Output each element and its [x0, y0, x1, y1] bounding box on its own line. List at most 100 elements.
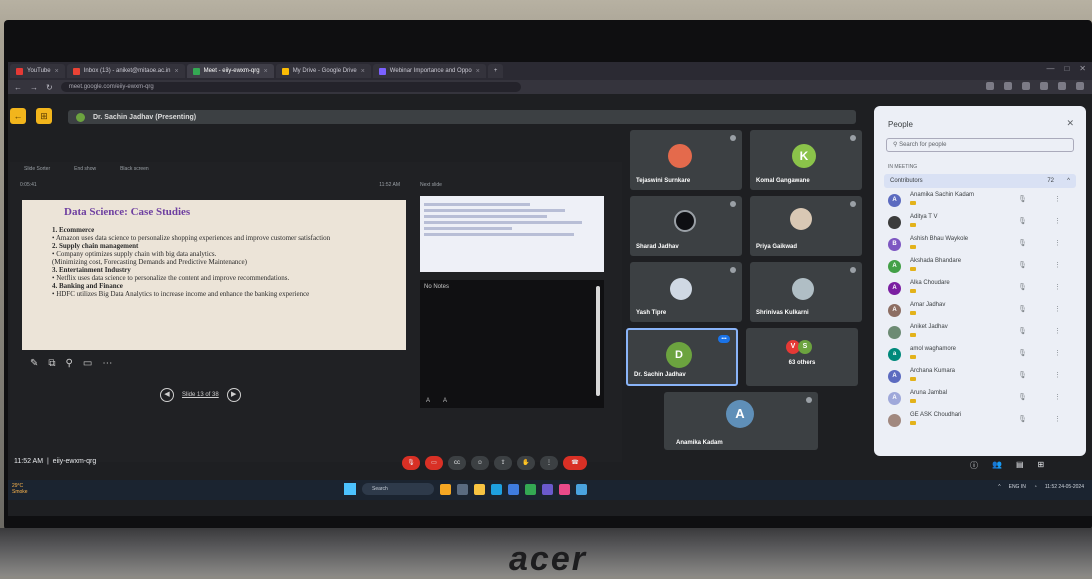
file-explorer-icon[interactable] — [474, 483, 485, 495]
more-options-icon[interactable]: ⋮ — [1054, 261, 1061, 269]
participant-tile[interactable]: Yash Tipre — [630, 262, 742, 322]
taskbar-clock[interactable]: 11:52 24-05-2024 — [1045, 484, 1084, 490]
mic-off-icon[interactable]: 🎙 — [1018, 261, 1027, 269]
download-icon[interactable] — [1058, 82, 1066, 90]
widgets-icon[interactable] — [440, 483, 451, 495]
windows-start-icon[interactable] — [344, 483, 356, 495]
others-tile[interactable]: V S 63 others — [746, 328, 858, 386]
person-row[interactable]: Aditya T V 🎙 ⋮ — [888, 214, 1076, 234]
participant-tile[interactable]: A Anamika Kadam — [664, 392, 818, 450]
more-options-icon[interactable]: ⋮ — [1054, 217, 1061, 225]
person-row[interactable]: a amol waghamore 🎙 ⋮ — [888, 346, 1076, 366]
tray-chevron-icon[interactable]: ^ — [998, 484, 1000, 490]
raise-hand-button[interactable]: ✋ — [517, 456, 535, 470]
info-icon[interactable]: ⓘ — [970, 460, 978, 471]
next-slide-preview[interactable] — [420, 196, 604, 272]
more-options-button[interactable]: ⋮ — [540, 456, 558, 470]
notes-scrollbar[interactable] — [596, 286, 600, 396]
url-field[interactable]: meet.google.com/eiiy-ewxm-qrg — [60, 82, 521, 92]
wifi-icon[interactable]: ◔ — [1034, 484, 1037, 490]
browser-tab-meet[interactable]: Meet - eiiy-ewxm-qrg × — [186, 64, 274, 78]
person-row[interactable]: GE ASK Choudhari 🎙 ⋮ — [888, 412, 1076, 432]
more-options-icon[interactable]: ⋯ — [102, 358, 112, 369]
task-view-icon[interactable] — [457, 483, 468, 495]
close-icon[interactable]: × — [361, 68, 365, 75]
participant-tile[interactable]: Shrinivas Kulkarni — [750, 262, 862, 322]
taskbar-search[interactable]: Search — [362, 483, 434, 495]
new-tab-button[interactable]: + — [487, 64, 504, 78]
mic-off-icon[interactable]: 🎙 — [1018, 371, 1027, 379]
browser-tab-inbox[interactable]: Inbox (13) - aniket@mitaoe.ac.in × — [66, 64, 185, 78]
language-indicator[interactable]: ENG IN — [1009, 484, 1026, 490]
photos-icon[interactable] — [542, 483, 553, 495]
back-arrow-button[interactable]: ← — [10, 108, 26, 124]
previous-slide-button[interactable]: ◀ — [160, 388, 174, 402]
participant-tile[interactable]: Tejaswini Surnkare — [630, 130, 742, 190]
mic-off-icon[interactable]: 🎙 — [1018, 217, 1027, 225]
camera-icon[interactable] — [986, 82, 994, 90]
profile-icon[interactable] — [1076, 82, 1084, 90]
weather-widget[interactable]: 29°C Smoke — [12, 483, 34, 497]
person-row[interactable]: A Amar Jadhav 🎙 ⋮ — [888, 302, 1076, 322]
slide-sorter-tab[interactable]: Slide Sorter — [24, 166, 50, 172]
browser-tab-webinar[interactable]: Webinar Importance and Oppo × — [372, 64, 486, 78]
slide-counter[interactable]: Slide 13 of 38 — [182, 392, 219, 398]
person-row[interactable]: A Akshada Bhandare 🎙 ⋮ — [888, 258, 1076, 278]
forward-icon[interactable]: → — [30, 83, 38, 92]
participant-tile-active-speaker[interactable]: D ••• Dr. Sachin Jadhav — [626, 328, 738, 386]
more-options-icon[interactable]: ⋮ — [1054, 283, 1061, 291]
contributors-section[interactable]: Contributors 72 ^ — [884, 174, 1076, 188]
camera-icon[interactable]: ▭ — [83, 358, 92, 369]
more-options-icon[interactable]: ⋮ — [1054, 327, 1061, 335]
more-options-icon[interactable]: ⋮ — [1054, 349, 1061, 357]
end-call-button[interactable]: ☎ — [563, 456, 587, 470]
camera-off-button[interactable]: ▭ — [425, 456, 443, 470]
maximize-icon[interactable]: □ — [1064, 64, 1069, 73]
close-icon[interactable]: × — [174, 68, 178, 75]
minimize-icon[interactable]: — — [1046, 64, 1054, 73]
star-icon[interactable] — [1022, 82, 1030, 90]
captions-button[interactable]: cc — [448, 456, 466, 470]
close-icon[interactable]: × — [264, 68, 268, 75]
more-options-icon[interactable]: ⋮ — [1054, 371, 1061, 379]
person-row[interactable]: Aniket Jadhav 🎙 ⋮ — [888, 324, 1076, 344]
participant-tile[interactable]: Priya Gaikwad — [750, 196, 862, 256]
share-icon[interactable] — [1004, 82, 1012, 90]
people-search-input[interactable]: ⚲ Search for people — [886, 138, 1074, 152]
mic-off-icon[interactable]: 🎙 — [1018, 327, 1027, 335]
chrome-icon[interactable] — [525, 483, 536, 495]
back-icon[interactable]: ← — [14, 83, 22, 92]
present-button[interactable]: ⇪ — [494, 456, 512, 470]
people-icon[interactable]: 👥 — [992, 460, 1002, 471]
mic-off-icon[interactable]: 🎙 — [1018, 305, 1027, 313]
black-screen-tab[interactable]: Black screen — [120, 166, 149, 172]
person-row[interactable]: A Alka Choudare 🎙 ⋮ — [888, 280, 1076, 300]
extension-icon[interactable] — [1040, 82, 1048, 90]
slides-grid-icon[interactable]: ⧉ — [48, 358, 55, 369]
mic-off-icon[interactable]: 🎙 — [1018, 415, 1027, 423]
zoom-icon[interactable]: ⚲ — [66, 358, 73, 369]
grid-button[interactable]: ⊞ — [36, 108, 52, 124]
person-row[interactable]: A Aruna Jambal 🎙 ⋮ — [888, 390, 1076, 410]
browser-tab-drive[interactable]: My Drive - Google Drive × — [275, 64, 371, 78]
more-options-icon[interactable]: ⋮ — [1054, 239, 1061, 247]
chat-icon[interactable]: ▤ — [1016, 460, 1024, 471]
mic-off-icon[interactable]: 🎙 — [1018, 283, 1027, 291]
app-icon[interactable] — [559, 483, 570, 495]
emoji-button[interactable]: ☺ — [471, 456, 489, 470]
mic-off-icon[interactable]: 🎙 — [1018, 239, 1027, 247]
end-show-tab[interactable]: End show — [74, 166, 96, 172]
close-icon[interactable]: ✕ — [1066, 118, 1074, 129]
reload-icon[interactable]: ↻ — [46, 83, 53, 92]
notes-font-tools[interactable]: A A — [426, 398, 453, 404]
participant-tile[interactable]: Sharad Jadhav — [630, 196, 742, 256]
participant-tile[interactable]: K Komal Gangawane — [750, 130, 862, 190]
store-icon[interactable] — [508, 483, 519, 495]
more-options-icon[interactable]: ⋮ — [1054, 305, 1061, 313]
chevron-up-icon[interactable]: ^ — [1067, 174, 1070, 188]
close-icon[interactable]: × — [476, 68, 480, 75]
person-row[interactable]: A Anamika Sachin Kadam 🎙 ⋮ — [888, 192, 1076, 212]
close-window-icon[interactable]: ✕ — [1079, 64, 1086, 73]
mic-off-button[interactable]: 🎙 — [402, 456, 420, 470]
pen-icon[interactable]: ✎ — [30, 358, 38, 369]
